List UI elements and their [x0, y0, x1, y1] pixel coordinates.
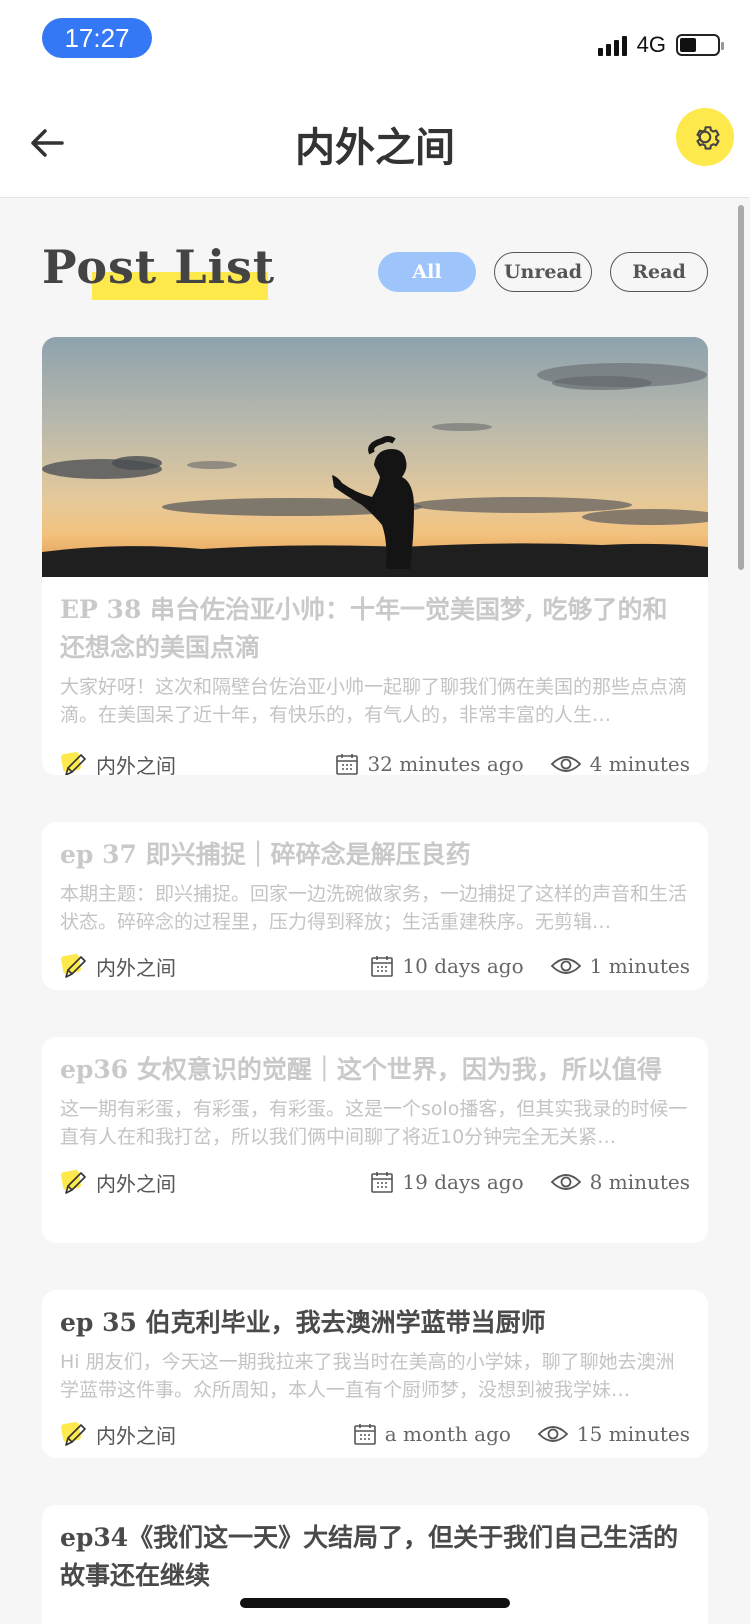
post-duration-text: 4 minutes [589, 752, 690, 775]
post-cover-image [42, 337, 708, 577]
post-date: 10 days ago [370, 954, 524, 978]
scrollbar[interactable] [738, 205, 744, 570]
post-date-text: 10 days ago [402, 954, 524, 978]
post-duration-text: 1 minutes [589, 954, 690, 978]
post-title: ep 35 伯克利毕业，我去澳洲学蓝带当厨师 [60, 1308, 546, 1337]
pencil-icon [61, 954, 86, 978]
filter-all-button[interactable]: All [378, 252, 476, 292]
post-duration: 1 minutes [550, 954, 690, 978]
signal-icon [597, 34, 627, 56]
post-author: 内外之间 [60, 1419, 176, 1449]
network-label: 4G [636, 32, 666, 57]
post-meta: 内外之间 19 days ago 8 minutes [60, 1151, 690, 1213]
post-meta: 内外之间 a month ago 15 minutes [60, 1404, 690, 1458]
post-title: ep36 女权意识的觉醒｜这个世界，因为我，所以值得 [60, 1055, 662, 1084]
post-date-text: 19 days ago [402, 1170, 524, 1194]
post-date: a month ago [353, 1422, 511, 1446]
post-date-text: a month ago [384, 1422, 511, 1446]
status-time: 17:27 [42, 18, 152, 58]
post-meta: 内外之间 10 days ago 1 minutes [60, 936, 690, 990]
battery-icon [676, 34, 724, 56]
post-title: EP 38 串台佐治亚小帅：十年一觉美国梦, 吃够了的和还想念的美国点滴 [60, 595, 668, 662]
gear-icon [696, 126, 720, 150]
post-card[interactable]: ep 37 即兴捕捉｜碎碎念是解压良药 本期主题：即兴捕捉。回家一边洗碗做家务，… [42, 822, 708, 990]
page-title: 内外之间 [295, 125, 455, 171]
pencil-icon [61, 1422, 86, 1446]
post-author-name: 内外之间 [96, 1171, 176, 1196]
filter-read-button[interactable]: Read [610, 252, 708, 292]
filter-unread-button[interactable]: Unread [494, 252, 592, 292]
eye-icon [550, 1174, 581, 1190]
post-card[interactable]: ep 35 伯克利毕业，我去澳洲学蓝带当厨师 Hi 朋友们，今天这一期我拉来了我… [42, 1290, 708, 1458]
post-description: 这一期有彩蛋，有彩蛋，有彩蛋。这是一个solo播客，但其实我录的时候一直有人在和… [60, 1098, 688, 1148]
calendar-icon [353, 1424, 376, 1445]
status-bar: 17:27 4G [0, 0, 750, 90]
eye-icon [550, 958, 581, 974]
post-author: 内外之间 [60, 749, 176, 775]
post-author-name: 内外之间 [96, 753, 176, 776]
post-title: ep34《我们这一天》大结局了，但关于我们自己生活的故事还在继续 [60, 1523, 679, 1590]
settings-button[interactable] [676, 108, 734, 166]
filter-group: All Unread Read [378, 252, 708, 292]
calendar-icon [371, 956, 394, 977]
post-duration: 8 minutes [550, 1170, 690, 1194]
post-description: 本期主题：即兴捕捉。回家一边洗碗做家务，一边捕捉了这样的声音和生活状态。碎碎念的… [60, 883, 688, 933]
nav-bar: 内外之间 [0, 90, 750, 198]
eye-icon [550, 756, 581, 772]
post-title: ep 37 即兴捕捉｜碎碎念是解压良药 [60, 840, 471, 869]
post-duration: 4 minutes [550, 752, 690, 775]
list-header: Post List All Unread Read [42, 240, 708, 300]
post-date: 32 minutes ago [335, 752, 524, 775]
post-author-name: 内外之间 [96, 955, 176, 980]
home-indicator[interactable] [240, 1598, 510, 1608]
post-date-text: 32 minutes ago [367, 752, 524, 775]
calendar-icon [336, 754, 359, 775]
post-card[interactable]: ep36 女权意识的觉醒｜这个世界，因为我，所以值得 这一期有彩蛋，有彩蛋，有彩… [42, 1037, 708, 1243]
post-duration: 15 minutes [537, 1422, 690, 1446]
post-duration-text: 15 minutes [576, 1422, 690, 1446]
post-author: 内外之间 [60, 1167, 176, 1197]
post-description: Hi 朋友们，今天这一期我拉来了我当时在美高的小学妹，聊了聊她去澳洲学蓝带这件事… [60, 1351, 675, 1401]
post-author-name: 内外之间 [96, 1423, 176, 1448]
post-card[interactable]: EP 38 串台佐治亚小帅：十年一觉美国梦, 吃够了的和还想念的美国点滴 大家好… [42, 337, 708, 775]
post-date: 19 days ago [370, 1170, 524, 1194]
post-meta: 内外之间 32 minutes ago 4 minutes [60, 729, 690, 775]
eye-icon [537, 1426, 569, 1442]
pencil-icon [61, 752, 86, 775]
post-duration-text: 8 minutes [589, 1170, 690, 1194]
calendar-icon [371, 1172, 394, 1193]
post-author: 内外之间 [60, 951, 176, 981]
status-indicators: 4G [597, 30, 724, 60]
list-title: Post List [42, 240, 276, 294]
pencil-icon [61, 1170, 86, 1194]
post-description: 大家好呀！这次和隔壁台佐治亚小帅一起聊了聊我们俩在美国的那些点点滴滴。在美国呆了… [60, 676, 688, 726]
